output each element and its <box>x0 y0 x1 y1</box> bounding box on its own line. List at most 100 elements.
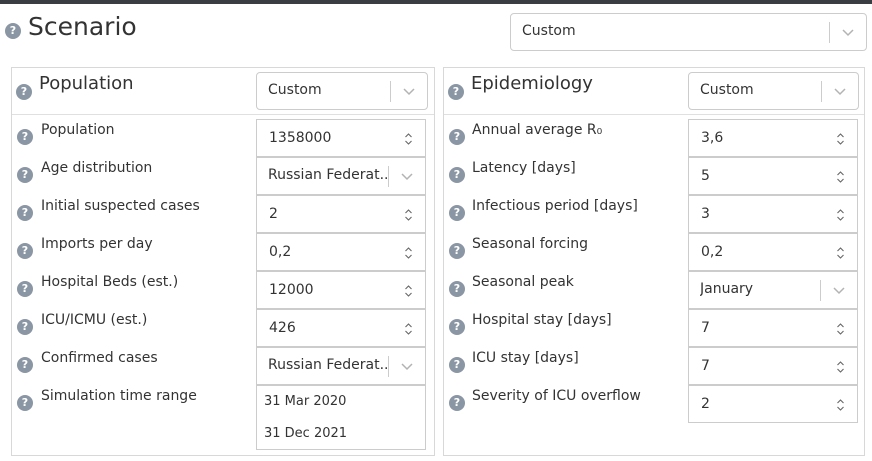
spinner-icon[interactable] <box>404 208 413 222</box>
annual-average-r0-label: Annual average R₀ <box>472 122 603 138</box>
spinner-icon[interactable] <box>836 132 845 146</box>
top-bar <box>0 0 872 4</box>
epidemiology-preset-select[interactable]: Custom <box>688 72 859 110</box>
help-icon[interactable]: ? <box>17 319 33 335</box>
help-icon[interactable]: ? <box>449 357 465 373</box>
help-icon[interactable]: ? <box>17 243 33 259</box>
scenario-preset-select[interactable]: Custom <box>510 13 867 51</box>
population-preset-select[interactable]: Custom <box>256 72 428 110</box>
spinner-icon[interactable] <box>836 246 845 260</box>
panel-divider <box>444 114 864 115</box>
icu-stay-input[interactable]: 7 <box>688 347 858 385</box>
select-separator <box>388 356 389 377</box>
imports-per-day-value: 0,2 <box>269 244 292 260</box>
help-icon[interactable]: ? <box>17 357 33 373</box>
help-icon[interactable]: ? <box>449 243 465 259</box>
latency-input[interactable]: 5 <box>688 157 858 195</box>
chevron-down-icon <box>833 287 845 295</box>
hospital-stay-label: Hospital stay [days] <box>472 312 612 328</box>
seasonal-forcing-label: Seasonal forcing <box>472 236 589 252</box>
age-distribution-value: Russian Federat... <box>268 167 388 183</box>
annual-average-r0-input[interactable]: 3,6 <box>688 119 858 157</box>
help-icon[interactable]: ? <box>449 281 465 297</box>
initial-suspected-cases-label: Initial suspected cases <box>41 198 200 214</box>
help-icon[interactable]: ? <box>17 205 33 221</box>
hospital-stay-input[interactable]: 7 <box>688 309 858 347</box>
chevron-down-icon <box>401 363 413 371</box>
imports-per-day-label: Imports per day <box>41 236 153 252</box>
help-icon[interactable]: ? <box>17 129 33 145</box>
population-input[interactable]: 1358000 <box>256 119 426 157</box>
initial-suspected-cases-value: 2 <box>269 206 278 222</box>
help-icon[interactable]: ? <box>16 84 32 100</box>
infectious-period-value: 3 <box>701 206 710 222</box>
confirmed-cases-label: Confirmed cases <box>41 350 158 366</box>
end-date[interactable]: 31 Dec 2021 <box>264 426 347 441</box>
help-icon[interactable]: ? <box>17 395 33 411</box>
chevron-down-icon <box>401 173 413 181</box>
help-icon[interactable]: ? <box>449 167 465 183</box>
epidemiology-preset-value: Custom <box>700 82 754 98</box>
panel-divider <box>12 114 434 115</box>
age-distribution-select[interactable]: Russian Federat... <box>256 157 426 195</box>
severity-icu-overflow-input[interactable]: 2 <box>688 385 858 423</box>
spinner-icon[interactable] <box>404 322 413 336</box>
help-icon[interactable]: ? <box>449 129 465 145</box>
icu-icmu-input[interactable]: 426 <box>256 309 426 347</box>
seasonal-peak-value: January <box>700 281 754 297</box>
icu-icmu-value: 426 <box>269 320 296 336</box>
help-icon[interactable]: ? <box>17 281 33 297</box>
help-icon[interactable]: ? <box>448 84 464 100</box>
hospital-stay-value: 7 <box>701 320 710 336</box>
infectious-period-label: Infectious period [days] <box>472 198 638 214</box>
latency-value: 5 <box>701 168 710 184</box>
chevron-down-icon <box>834 88 846 96</box>
age-distribution-label: Age distribution <box>41 160 153 176</box>
imports-per-day-input[interactable]: 0,2 <box>256 233 426 271</box>
confirmed-cases-value: Russian Federat... <box>268 357 388 373</box>
select-separator <box>390 81 391 102</box>
infectious-period-input[interactable]: 3 <box>688 195 858 233</box>
population-value: 1358000 <box>269 130 332 146</box>
scenario-title: Scenario <box>28 12 137 41</box>
spinner-icon[interactable] <box>404 132 413 146</box>
help-icon[interactable]: ? <box>449 319 465 335</box>
chevron-down-icon <box>403 88 415 96</box>
population-title: Population <box>39 73 134 94</box>
icu-icmu-label: ICU/ICMU (est.) <box>41 312 148 328</box>
initial-suspected-cases-input[interactable]: 2 <box>256 195 426 233</box>
population-preset-value: Custom <box>268 82 322 98</box>
chevron-down-icon <box>842 29 854 37</box>
hospital-beds-label: Hospital Beds (est.) <box>41 274 179 290</box>
epidemiology-title: Epidemiology <box>471 73 593 94</box>
help-icon[interactable]: ? <box>449 205 465 221</box>
start-date[interactable]: 31 Mar 2020 <box>264 394 346 409</box>
severity-icu-overflow-value: 2 <box>701 396 710 412</box>
spinner-icon[interactable] <box>404 284 413 298</box>
scenario-preset-value: Custom <box>522 23 576 39</box>
spinner-icon[interactable] <box>836 398 845 412</box>
simulation-time-range[interactable]: 31 Mar 2020 31 Dec 2021 <box>256 385 426 450</box>
spinner-icon[interactable] <box>404 246 413 260</box>
help-icon[interactable]: ? <box>17 167 33 183</box>
confirmed-cases-select[interactable]: Russian Federat... <box>256 347 426 385</box>
latency-label: Latency [days] <box>472 160 576 176</box>
spinner-icon[interactable] <box>836 322 845 336</box>
spinner-icon[interactable] <box>836 170 845 184</box>
help-icon[interactable]: ? <box>5 23 21 39</box>
help-icon[interactable]: ? <box>449 395 465 411</box>
select-separator <box>821 81 822 102</box>
severity-icu-overflow-label: Severity of ICU overflow <box>472 388 641 404</box>
hospital-beds-value: 12000 <box>269 282 314 298</box>
annual-average-r0-value: 3,6 <box>701 130 724 146</box>
seasonal-peak-select[interactable]: January <box>688 271 858 309</box>
population-label: Population <box>41 122 115 138</box>
spinner-icon[interactable] <box>836 208 845 222</box>
seasonal-forcing-input[interactable]: 0,2 <box>688 233 858 271</box>
hospital-beds-input[interactable]: 12000 <box>256 271 426 309</box>
simulation-time-range-label: Simulation time range <box>41 388 197 404</box>
icu-stay-label: ICU stay [days] <box>472 350 579 366</box>
select-separator <box>820 280 821 301</box>
spinner-icon[interactable] <box>836 360 845 374</box>
seasonal-peak-label: Seasonal peak <box>472 274 574 290</box>
